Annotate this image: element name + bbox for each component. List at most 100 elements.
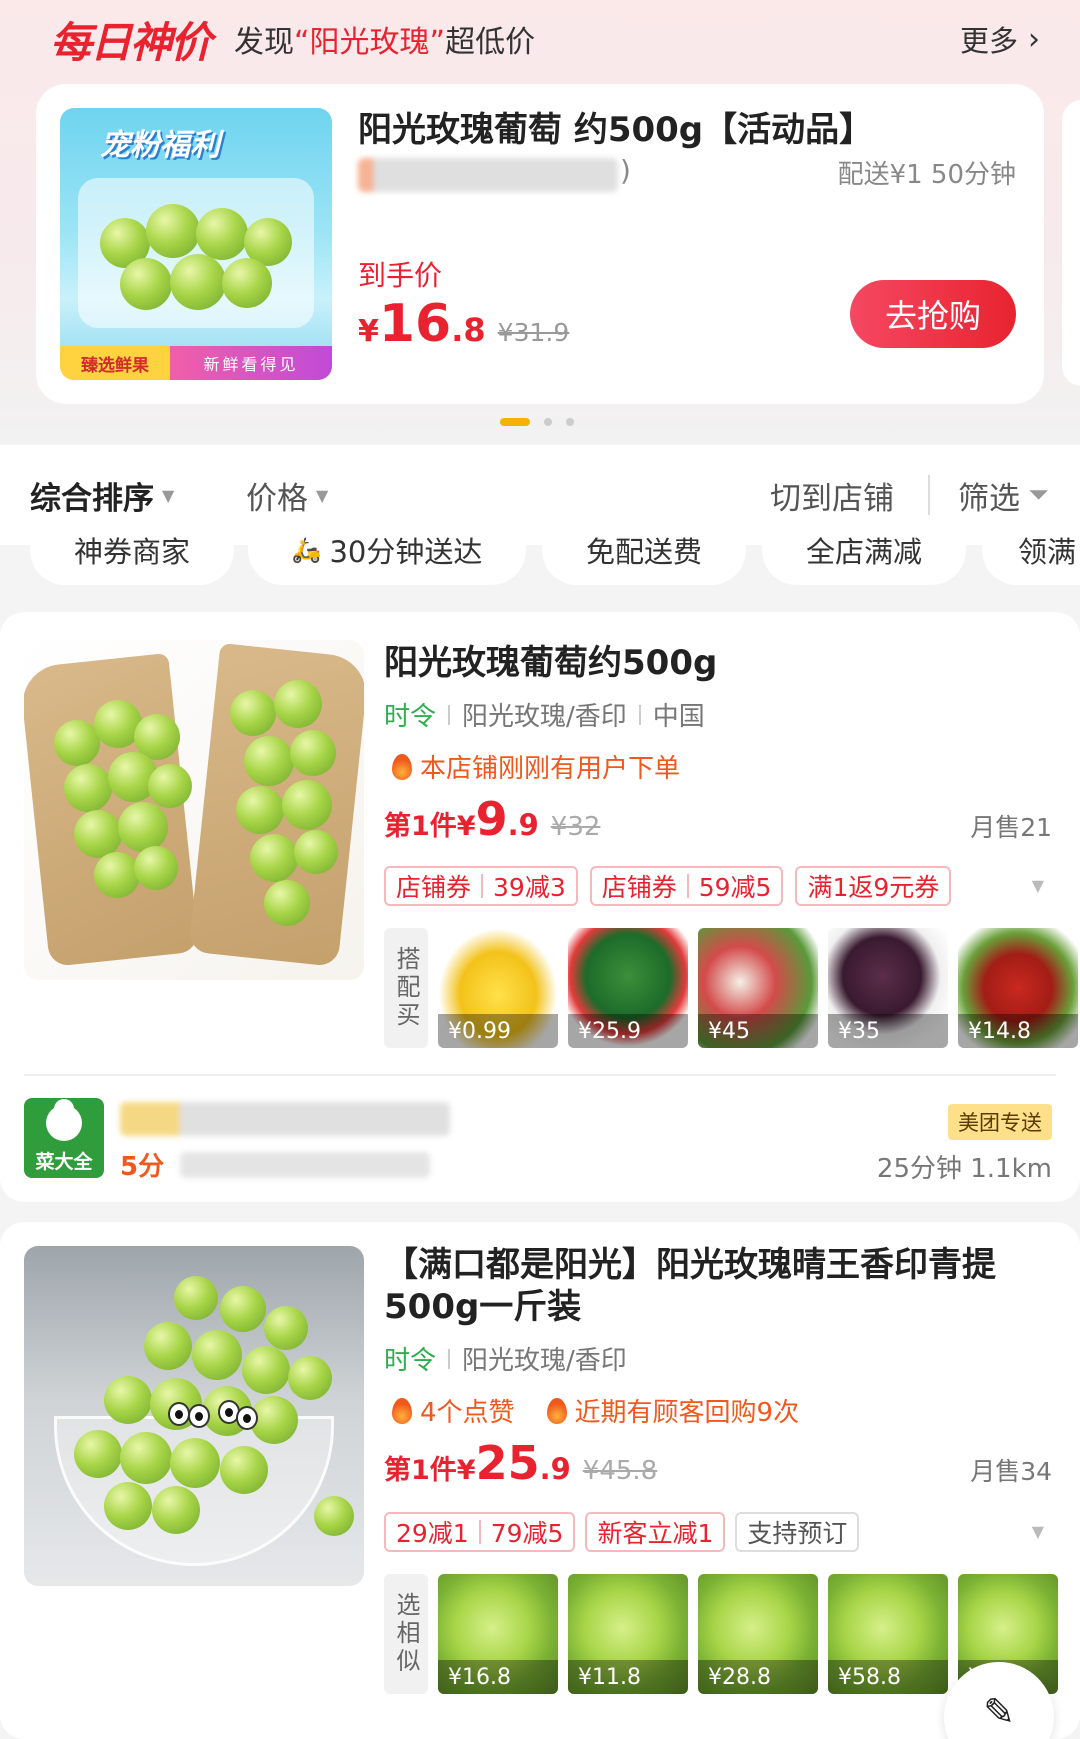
grape [104, 1376, 152, 1424]
similar-item-price: ¥11.8 [568, 1660, 688, 1694]
deal-product-image[interactable]: 宠粉福利 臻选鲜果 新鲜看得见 [60, 108, 332, 380]
image-tag-right: 新鲜看得见 [170, 346, 332, 380]
product-title[interactable]: 【满口都是阳光】阳光玫瑰晴王香印青提500g一斤装 [384, 1244, 1024, 1328]
price-prefix: 第1件¥ [384, 1455, 476, 1486]
bundle-item-jujube[interactable]: ¥14.8 [958, 928, 1078, 1048]
chip-coupon-merchant[interactable]: 神券商家 [30, 515, 234, 585]
hot-info-item: 4个点赞 [392, 1392, 515, 1429]
product-title[interactable]: 阳光玫瑰葡萄约500g [384, 642, 717, 684]
bundle-item-price: ¥45 [698, 1014, 818, 1048]
grape [242, 1346, 290, 1394]
similar-item[interactable]: ¥58.8 [828, 1574, 948, 1694]
grape [64, 764, 112, 812]
coupon-tag[interactable]: 店铺券 39减3 [384, 866, 578, 906]
expand-coupons-icon[interactable]: ▼ [1032, 1522, 1044, 1541]
product-image[interactable] [24, 640, 364, 980]
similar-item[interactable]: ¥11.8 [568, 1574, 688, 1694]
product-attributes: 时令 阳光玫瑰/香印 [384, 1340, 627, 1377]
grape [264, 880, 310, 926]
carousel-dot [566, 418, 574, 426]
googly-eye [168, 1402, 190, 1426]
similar-item[interactable]: ¥16.8 [438, 1574, 558, 1694]
carousel-dot [544, 418, 552, 426]
switch-to-store-label: 切到店铺 [770, 480, 894, 517]
grape [118, 802, 168, 852]
hot-info-item: 本店铺刚刚有用户下单 [392, 748, 680, 785]
price-integer: 16 [378, 294, 452, 354]
grape [274, 680, 322, 728]
original-price: ¥31.9 [497, 318, 570, 347]
bundle-item-lychee[interactable]: ¥45 [698, 928, 818, 1048]
chip-30min-delivery-label: 30分钟送达 [329, 535, 483, 569]
sort-price-label: 价格 [246, 480, 308, 517]
attr-variety: 阳光玫瑰/香印 [462, 702, 627, 732]
blurred-shop-name[interactable] [120, 1102, 450, 1136]
grab-deal-button[interactable]: 去抢购 [850, 280, 1016, 348]
carousel-indicator [500, 418, 574, 426]
chip-claim-discount[interactable]: 领满 [982, 515, 1080, 585]
more-link[interactable]: 更多 › [960, 18, 1040, 60]
grape [94, 852, 140, 898]
coupon-value: 79减5 [490, 1519, 564, 1548]
similar-row: 选相似 ¥16.8 ¥11.8 ¥28.8 ¥58.8 ¥ [384, 1574, 1058, 1694]
flame-icon [546, 1397, 567, 1424]
hot-info-row: 本店铺刚刚有用户下单 [392, 748, 680, 785]
coupon-tag[interactable]: 29减1 79减5 [384, 1512, 576, 1552]
grape [146, 204, 200, 258]
shop-logo[interactable]: 菜大全 [24, 1098, 104, 1178]
shop-logo-text: 菜大全 [35, 1151, 93, 1173]
product-image[interactable] [24, 1246, 364, 1586]
subtitle-suffix: 超低价 [445, 25, 536, 60]
coupon-row: 店铺券 39减3 店铺券 59减5 满1返9元券 [384, 866, 952, 906]
price-decimal: .8 [451, 311, 486, 349]
deal-delivery-info: 配送¥1 50分钟 [837, 160, 1016, 190]
attr-separator [638, 704, 641, 725]
price-integer: 9 [475, 792, 508, 846]
expand-coupons-icon[interactable]: ▼ [1032, 876, 1044, 895]
shop-rating: 5分 [120, 1152, 165, 1182]
coupon-value: 29减1 [396, 1519, 469, 1548]
attr-origin: 中国 [652, 702, 705, 732]
deal-card[interactable]: 宠粉福利 臻选鲜果 新鲜看得见 阳光玫瑰葡萄 约500g【活动品】 ) 配送¥1… [36, 84, 1044, 404]
chip-free-delivery[interactable]: 免配送费 [542, 515, 746, 585]
deal-title[interactable]: 阳光玫瑰葡萄 约500g【活动品】 [358, 102, 873, 151]
flame-icon [392, 753, 412, 780]
grape [264, 1306, 308, 1350]
preorder-tag[interactable]: 支持预订 [735, 1512, 860, 1552]
carousel-dot-active [500, 418, 530, 426]
product-attributes: 时令 阳光玫瑰/香印 中国 [384, 696, 705, 733]
filter-chip-row: 神券商家 🛵 30分钟送达 免配送费 全店满减 领满 [0, 515, 1080, 595]
similar-item[interactable]: ¥28.8 [698, 1574, 818, 1694]
delivery-badge: 美团专送 [948, 1104, 1052, 1140]
price-decimal: .9 [507, 808, 539, 842]
chip-30min-delivery[interactable]: 🛵 30分钟送达 [248, 515, 526, 585]
bundle-item-mangosteen[interactable]: ¥35 [828, 928, 948, 1048]
googly-eye [236, 1406, 258, 1430]
bundle-item-price: ¥35 [828, 1014, 948, 1048]
coupon-tag[interactable]: 满1返9元券 [795, 866, 952, 906]
bundle-item-banana[interactable]: ¥0.99 [438, 928, 558, 1048]
price-integer: 25 [475, 1436, 540, 1490]
caret-down-icon: ▼ [316, 485, 329, 505]
product-card[interactable]: 【满口都是阳光】阳光玫瑰晴王香印青提500g一斤装 时令 阳光玫瑰/香印 4个点… [0, 1222, 1080, 1739]
sort-divider [928, 475, 930, 515]
next-deal-card-peek[interactable] [1062, 100, 1080, 386]
chip-store-discount[interactable]: 全店满减 [762, 515, 966, 585]
bundle-label-text: 搭配买 [392, 946, 420, 1030]
sort-comprehensive-label: 综合排序 [30, 480, 154, 517]
grape [236, 786, 284, 834]
blurred-shop-name [358, 158, 618, 192]
monthly-sales: 月售21 [970, 813, 1052, 842]
coupon-tag[interactable]: 店铺券 59减5 [589, 866, 784, 906]
blurred-shop-delivery-info [180, 1152, 430, 1178]
coupon-tag[interactable]: 新客立减1 [585, 1512, 726, 1552]
daily-deal-header: 每日神价 发现“阳光玫瑰”超低价 [50, 14, 536, 67]
bundle-item-watermelon[interactable]: ¥25.9 [568, 928, 688, 1048]
more-label: 更多 [959, 24, 1018, 58]
product-card[interactable]: 阳光玫瑰葡萄约500g 时令 阳光玫瑰/香印 中国 本店铺刚刚有用户下单 第1件… [0, 612, 1080, 1202]
grape [74, 810, 122, 858]
hot-info-text: 本店铺刚刚有用户下单 [420, 754, 681, 784]
grape [104, 1482, 152, 1530]
hot-info-text: 近期有顾客回购9次 [574, 1398, 800, 1428]
chevron-right-icon: › [1028, 21, 1040, 57]
